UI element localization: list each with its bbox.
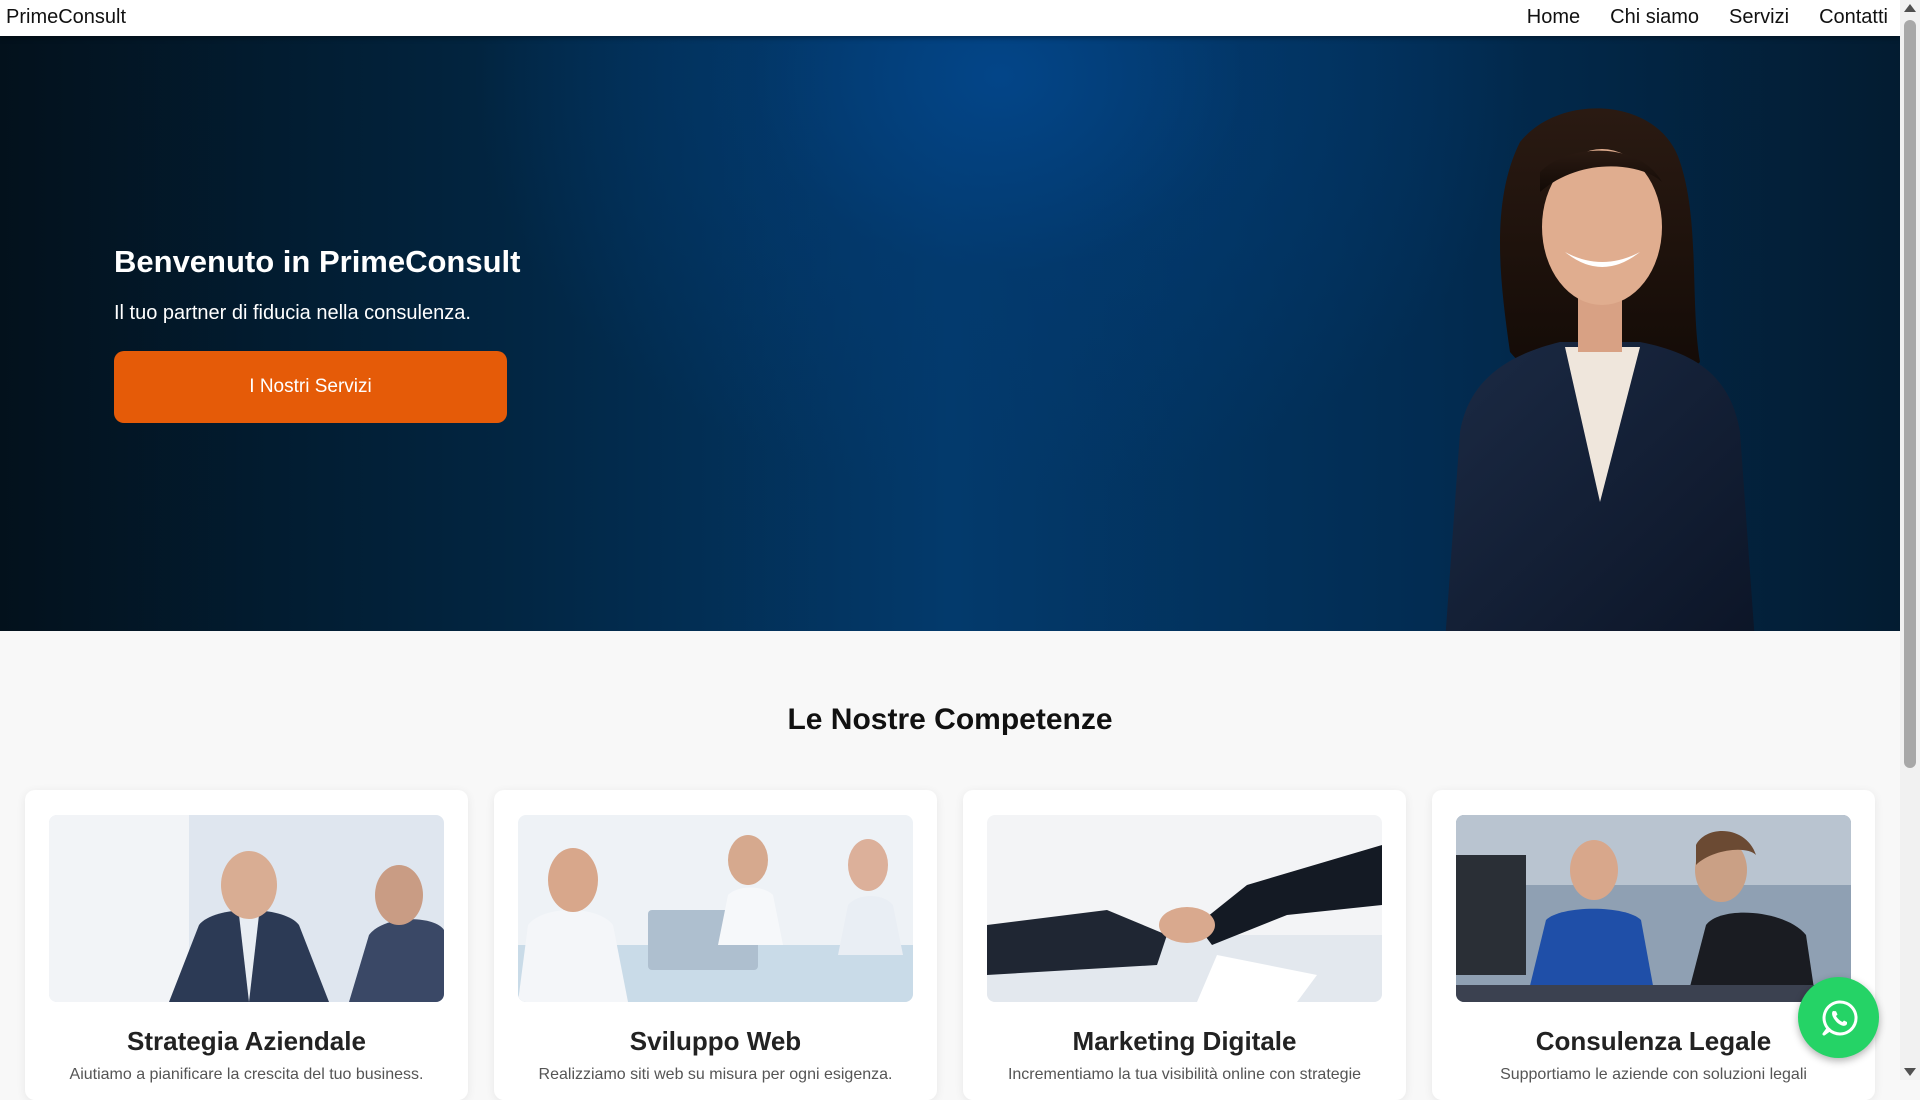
service-title: Strategia Aziendale [127,1026,366,1056]
hero-title: Benvenuto in PrimeConsult [114,244,521,279]
hero-subtitle: Il tuo partner di fiducia nella consulen… [114,302,471,324]
service-title: Sviluppo Web [629,1026,802,1056]
services-cta-button[interactable]: I Nostri Servizi [114,351,507,423]
service-card-legale[interactable]: Consulenza Legale Supportiamo le aziende… [1432,790,1875,1100]
brand-logo[interactable]: PrimeConsult [6,0,126,34]
nav-link-servizi[interactable]: Servizi [1729,0,1789,34]
service-card-strategia[interactable]: Strategia Aziendale Aiutiamo a pianifica… [25,790,468,1100]
service-image-strategia [49,815,444,1002]
service-description: Aiutiamo a pianificare la crescita del t… [69,1066,424,1083]
service-image-marketing [987,815,1382,1002]
service-image-sviluppo-web [518,815,913,1002]
service-description: Supportiamo le aziende con soluzioni leg… [1500,1066,1807,1083]
service-description: Incrementiamo la tua visibilità online c… [1007,1066,1362,1083]
hero-section: Benvenuto in PrimeConsult Il tuo partner… [0,36,1900,631]
service-image-legale [1456,815,1851,1002]
service-title: Marketing Digitale [1072,1026,1297,1056]
service-card-marketing[interactable]: Marketing Digitale Incrementiamo la tua … [963,790,1406,1100]
service-description: Realizziamo siti web su misura per ogni … [538,1066,893,1083]
nav-link-home[interactable]: Home [1527,0,1580,34]
services-section-title: Le Nostre Competenze [787,703,1113,736]
navbar: PrimeConsult Home Chi siamo Servizi Cont… [0,0,1900,36]
whatsapp-icon [1822,999,1858,1035]
nav-link-contatti[interactable]: Contatti [1819,0,1888,34]
nav-links: Home Chi siamo Servizi Contatti [1497,0,1888,34]
page-scrollbar[interactable] [1900,0,1920,1080]
nav-link-chi-siamo[interactable]: Chi siamo [1610,0,1699,34]
service-card-sviluppo-web[interactable]: Sviluppo Web Realizziamo siti web su mis… [494,790,937,1100]
scrollbar-thumb[interactable] [1904,20,1916,768]
whatsapp-chat-button[interactable] [1798,977,1879,1058]
scroll-up-arrow-icon[interactable] [1904,4,1916,12]
scroll-down-arrow-icon[interactable] [1904,1068,1916,1076]
hero-portrait-image [1445,108,1755,631]
